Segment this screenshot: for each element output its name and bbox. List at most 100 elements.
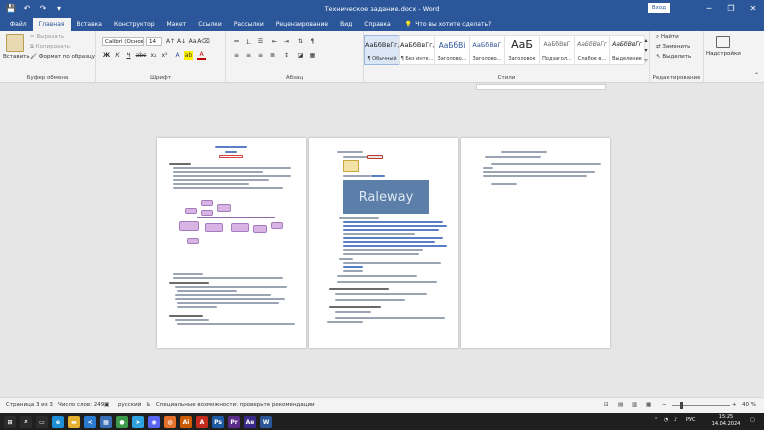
subscript-button[interactable]: x₂	[149, 51, 158, 60]
multilevel-list-icon[interactable]: ☰	[256, 37, 265, 46]
borders-icon[interactable]: ▦	[308, 51, 317, 60]
read-mode-icon[interactable]: ▤	[618, 402, 623, 408]
save-icon[interactable]: 💾	[6, 4, 16, 13]
font-name-select[interactable]: Calibri (Основ	[102, 37, 144, 46]
strikethrough-button[interactable]: abc	[135, 51, 147, 60]
accessibility-icon[interactable]: ♿	[146, 402, 151, 408]
font-color-button[interactable]: A	[197, 51, 206, 60]
justify-icon[interactable]: ≣	[268, 51, 277, 60]
pilcrow-icon[interactable]: ¶	[308, 37, 317, 46]
style-heading-1[interactable]: АаБбВі Заголово...	[434, 35, 470, 65]
line-spacing-icon[interactable]: ↕	[282, 51, 291, 60]
tell-me-box[interactable]: 💡 Что вы хотите сделать?	[405, 18, 491, 31]
decrease-indent-icon[interactable]: ⇤	[270, 37, 279, 46]
login-button[interactable]: Вход	[648, 3, 670, 13]
page-count[interactable]: Страница 3 из 3	[6, 402, 53, 408]
customize-quick-access-icon[interactable]: ▾	[54, 4, 64, 13]
zoom-level[interactable]: 40 %	[742, 402, 756, 408]
undo-icon[interactable]: ↶	[22, 4, 32, 13]
style-heading-2[interactable]: АаБбВвГ Заголово...	[469, 35, 505, 65]
superscript-button[interactable]: x²	[160, 51, 169, 60]
highlight-button[interactable]: ab	[184, 51, 193, 60]
tab-references[interactable]: Ссылки	[192, 18, 228, 31]
taskbar-app-grid-icon[interactable]: ▦	[100, 416, 112, 428]
taskbar-firefox-icon[interactable]: ◍	[164, 416, 176, 428]
print-layout-icon[interactable]: ▥	[632, 402, 637, 408]
notifications-icon[interactable]: ▢	[750, 417, 755, 424]
taskbar-acrobat-icon[interactable]: A	[196, 416, 208, 428]
tab-layout[interactable]: Макет	[161, 18, 193, 31]
style-title[interactable]: АаБ Заголовок	[504, 35, 540, 65]
bold-button[interactable]: Ж	[102, 51, 111, 60]
taskbar-premiere-icon[interactable]: Pr	[228, 416, 240, 428]
style-subtle-emphasis[interactable]: АаБбВвГг Слабое в...	[574, 35, 610, 65]
styles-more-icon[interactable]: ▿	[643, 56, 649, 65]
addins-button[interactable]: Надстройки	[706, 51, 741, 57]
taskbar-search-icon[interactable]: ⌕	[20, 416, 32, 428]
style-subtitle[interactable]: АаБбВвГ Подзагол...	[539, 35, 575, 65]
cut-button[interactable]: ✂ Вырезать	[30, 34, 64, 40]
zoom-slider-thumb[interactable]	[680, 402, 684, 409]
tab-home[interactable]: Главная	[32, 18, 71, 31]
minimize-icon[interactable]: ─	[698, 0, 720, 17]
document-page-3[interactable]	[461, 138, 610, 348]
styles-scroll-up-icon[interactable]: ▴	[643, 36, 649, 45]
align-right-icon[interactable]: ≡	[256, 51, 265, 60]
volume-icon[interactable]: ♪	[674, 417, 677, 424]
find-button[interactable]: ⌕ Найти	[656, 34, 679, 41]
tab-help[interactable]: Справка	[358, 18, 396, 31]
document-page-1[interactable]	[157, 138, 306, 348]
increase-indent-icon[interactable]: ⇥	[282, 37, 291, 46]
document-page-2[interactable]: Raleway	[309, 138, 458, 348]
format-painter-button[interactable]: 🖌 Формат по образцу	[30, 54, 95, 60]
copy-button[interactable]: ⧉ Копировать	[30, 44, 70, 51]
tab-review[interactable]: Рецензирование	[270, 18, 334, 31]
taskbar-vscode-icon[interactable]: ≺	[84, 416, 96, 428]
close-icon[interactable]: ✕	[742, 0, 764, 17]
select-button[interactable]: ↖ Выделить	[656, 54, 691, 60]
styles-scroll-down-icon[interactable]: ▾	[643, 46, 649, 55]
taskbar-explorer-icon[interactable]: ▬	[68, 416, 80, 428]
taskbar-photoshop-icon[interactable]: Ps	[212, 416, 224, 428]
taskbar-edge-icon[interactable]: e	[52, 416, 64, 428]
restore-icon[interactable]: ❐	[720, 0, 742, 17]
taskbar-start-icon[interactable]: ⊞	[4, 416, 16, 428]
grow-font-button[interactable]: A↑	[166, 37, 175, 46]
chevron-up-icon[interactable]: ⌃	[654, 417, 658, 424]
italic-button[interactable]: К	[113, 51, 122, 60]
web-layout-icon[interactable]: ▦	[646, 402, 651, 408]
underline-button[interactable]: Ч	[124, 51, 133, 60]
clock[interactable]: 15:25 14.04.2024	[708, 414, 744, 428]
keyboard-language[interactable]: РУС	[686, 417, 696, 424]
shading-icon[interactable]: ◪	[296, 51, 305, 60]
align-center-icon[interactable]: ≡	[244, 51, 253, 60]
taskbar-telegram-icon[interactable]: ➤	[132, 416, 144, 428]
style-normal[interactable]: АаБбВвГг, ¶ Обычный	[364, 35, 400, 65]
tab-file[interactable]: Файл	[4, 18, 33, 31]
align-left-icon[interactable]: ≡	[232, 51, 241, 60]
numbering-icon[interactable]: ⒈	[244, 37, 253, 46]
tab-mailings[interactable]: Рассылки	[228, 18, 270, 31]
change-case-button[interactable]: Aa	[188, 37, 197, 46]
ruler-scale[interactable]	[476, 84, 606, 90]
collapse-ribbon-icon[interactable]: ⌃	[752, 71, 761, 80]
language-indicator[interactable]: русский	[118, 402, 141, 408]
style-no-spacing[interactable]: АаБбВвГг, ¶ Без инте...	[399, 35, 435, 65]
taskbar-aftereffects-icon[interactable]: Ae	[244, 416, 256, 428]
taskbar-illustrator-icon[interactable]: Ai	[180, 416, 192, 428]
zoom-out-button[interactable]: −	[662, 402, 667, 408]
shrink-font-button[interactable]: A↓	[177, 37, 186, 46]
text-effects-button[interactable]: A	[173, 51, 182, 60]
taskbar-chrome-icon[interactable]: ●	[116, 416, 128, 428]
network-icon[interactable]: ◔	[664, 417, 668, 424]
tab-view[interactable]: Вид	[334, 18, 358, 31]
sort-icon[interactable]: ⇅	[296, 37, 305, 46]
redo-icon[interactable]: ↷	[38, 4, 48, 13]
focus-mode-icon[interactable]: ⊡	[604, 402, 609, 408]
accessibility-status[interactable]: Специальные возможности: проверьте реком…	[156, 402, 315, 408]
zoom-in-button[interactable]: +	[732, 402, 737, 408]
addins-icon[interactable]	[716, 36, 730, 48]
style-emphasis[interactable]: АаБбВвГг Выделение	[609, 35, 645, 65]
paste-button[interactable]: Вставить	[3, 54, 30, 60]
tab-design[interactable]: Конструктор	[108, 18, 161, 31]
